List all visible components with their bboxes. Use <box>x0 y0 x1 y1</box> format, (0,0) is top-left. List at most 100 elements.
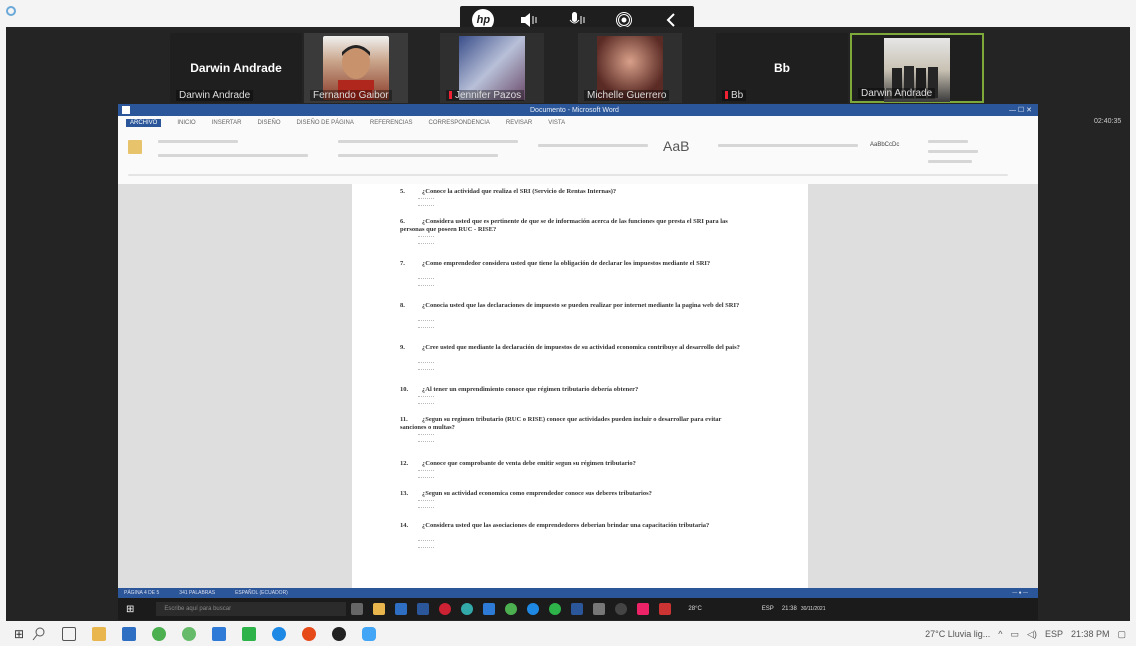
app-icon[interactable] <box>637 603 650 615</box>
answer-option-line <box>418 198 434 199</box>
answer-option-line <box>418 441 434 442</box>
answer-option-line <box>418 285 434 286</box>
tab-insertar[interactable]: INSERTAR <box>212 120 242 126</box>
paste-icon[interactable] <box>128 140 142 154</box>
file-explorer-icon[interactable] <box>373 603 386 615</box>
search-icon[interactable] <box>32 627 46 641</box>
participant-tile-active-speaker[interactable]: Darwin Andrade <box>850 33 984 103</box>
tab-diseno-pagina[interactable]: DISEÑO DE PÁGINA <box>297 120 354 126</box>
tab-correspondencia[interactable]: CORRESPONDENCIA <box>429 120 490 126</box>
tab-revisar[interactable]: REVISAR <box>506 120 532 126</box>
answer-option-line <box>418 236 434 237</box>
tab-inicio[interactable]: INICIO <box>177 120 195 126</box>
question-text: ¿Considera usted que las asociaciones de… <box>422 522 710 529</box>
question-number: 13. <box>400 490 409 497</box>
participant-tile[interactable]: Michelle Guerrero <box>578 33 682 103</box>
volume-icon[interactable]: ◁) <box>1027 629 1037 640</box>
ribbon-tabs: ARCHIVO INICIO INSERTAR DISEÑO DISEÑO DE… <box>118 116 1038 131</box>
answer-option-line <box>418 278 434 279</box>
word-app-icon[interactable] <box>571 603 584 615</box>
app-icon[interactable] <box>439 603 452 615</box>
remote-weather: 28°C <box>688 606 702 612</box>
participant-tile[interactable]: Jennifer Pazos <box>440 33 544 103</box>
meeting-timer: 02:40:35 <box>1094 118 1122 125</box>
answer-option-line <box>418 434 434 435</box>
remote-taskbar: ⊞ Escribe aquí para buscar 28°C ESP 21:3… <box>118 598 1038 620</box>
app-icon[interactable] <box>461 603 474 615</box>
window-controls-icon[interactable]: — ☐ ✕ <box>1009 106 1032 114</box>
question-number: 14. <box>400 522 409 529</box>
status-language[interactable]: ESPAÑOL (ECUADOR) <box>235 590 288 596</box>
local-taskbar: ⊞ 27°C Lluvia lig... ^ ▭ ◁) ESP 21:38 PM… <box>0 622 1136 646</box>
survey-question: 13. ¿Segun su actividad economica como em… <box>400 490 748 498</box>
style-gallery-right[interactable] <box>718 144 858 147</box>
chrome-icon[interactable] <box>505 603 518 615</box>
style-heading-sample[interactable]: AaB <box>663 138 689 154</box>
remote-language[interactable]: ESP <box>762 606 774 612</box>
survey-question: 8. ¿Conocia usted que las declaraciones d… <box>400 302 748 310</box>
participant-label: Jennifer Pazos <box>455 90 522 101</box>
network-icon[interactable]: ▭ <box>1011 629 1020 640</box>
select-button[interactable] <box>928 160 972 163</box>
edge-icon[interactable] <box>527 603 540 615</box>
app-icon[interactable] <box>615 603 628 615</box>
windows-start-icon[interactable]: ⊞ <box>14 627 24 641</box>
paragraph-row-2[interactable] <box>338 154 498 157</box>
survey-question: 11. ¿Segun su regimen tributario (RUC o R… <box>400 416 748 432</box>
participant-tile[interactable]: Darwin Andrade Darwin Andrade <box>170 33 302 103</box>
find-button[interactable] <box>928 140 968 143</box>
answer-option-line <box>418 403 434 404</box>
font-name-box[interactable] <box>158 140 238 143</box>
style-title-sample[interactable]: AaBbCcDc <box>870 142 899 148</box>
word-status-bar: PÁGINA 4 DE 5 341 PALABRAS ESPAÑOL (ECUA… <box>118 588 1038 598</box>
app-icon[interactable] <box>362 627 377 641</box>
app-icon[interactable] <box>332 627 347 641</box>
app-icon[interactable] <box>302 627 317 641</box>
participant-label-wrap: Jennifer Pazos <box>446 90 525 101</box>
store-icon[interactable] <box>122 627 137 641</box>
question-number: 6. <box>400 218 405 225</box>
replace-button[interactable] <box>928 150 978 153</box>
participant-tile[interactable]: Fernando Gaibor <box>304 33 408 103</box>
edge-icon[interactable] <box>272 627 287 641</box>
tray-language[interactable]: ESP <box>1045 629 1063 639</box>
weather-widget[interactable]: 27°C Lluvia lig... <box>925 629 990 639</box>
remote-search-box[interactable]: Escribe aquí para buscar <box>156 602 347 616</box>
participant-label: Bb <box>731 90 744 101</box>
zoom-app-icon[interactable] <box>212 627 227 641</box>
survey-question: 6. ¿Considera usted que es pertinente de … <box>400 218 748 234</box>
file-explorer-icon[interactable] <box>92 627 107 641</box>
tray-clock[interactable]: 21:38 PM <box>1071 629 1110 639</box>
survey-question: 12. ¿Conoce que comprobante de venta debe… <box>400 460 748 468</box>
question-number: 8. <box>400 302 405 309</box>
app-icon[interactable] <box>659 603 672 615</box>
tab-referencias[interactable]: REFERENCIAS <box>370 120 413 126</box>
font-format-row[interactable] <box>158 154 308 157</box>
tab-vista[interactable]: VISTA <box>548 120 565 126</box>
windows-start-icon[interactable]: ⊞ <box>126 604 134 615</box>
style-gallery-left[interactable] <box>538 144 648 147</box>
whatsapp-icon[interactable] <box>549 603 562 615</box>
store-icon[interactable] <box>395 603 408 615</box>
task-view-icon[interactable] <box>351 603 364 615</box>
question-text: ¿Considera usted que es pertinente de qu… <box>400 218 728 233</box>
participant-name: Bb <box>774 61 790 75</box>
participant-tile[interactable]: Bb Bb <box>716 33 848 103</box>
task-view-icon[interactable] <box>62 627 77 641</box>
zoom-app-icon[interactable] <box>483 603 496 615</box>
tab-archivo[interactable]: ARCHIVO <box>126 119 162 127</box>
app-icon[interactable] <box>182 627 197 641</box>
status-words: 341 PALABRAS <box>179 590 216 596</box>
tray-chevron-icon[interactable]: ^ <box>998 629 1002 639</box>
answer-option-line <box>418 327 434 328</box>
app-icon[interactable] <box>593 603 606 615</box>
chrome-icon[interactable] <box>152 627 167 641</box>
mail-icon[interactable] <box>417 603 430 615</box>
answer-option-line <box>418 507 434 508</box>
ribbon-group-labels <box>128 174 1008 176</box>
zoom-slider[interactable]: — ● — <box>1012 590 1028 596</box>
notification-icon[interactable]: ▢ <box>1117 629 1126 640</box>
app-icon[interactable] <box>242 627 257 641</box>
tab-diseno[interactable]: DISEÑO <box>257 120 280 126</box>
paragraph-row[interactable] <box>338 140 518 143</box>
